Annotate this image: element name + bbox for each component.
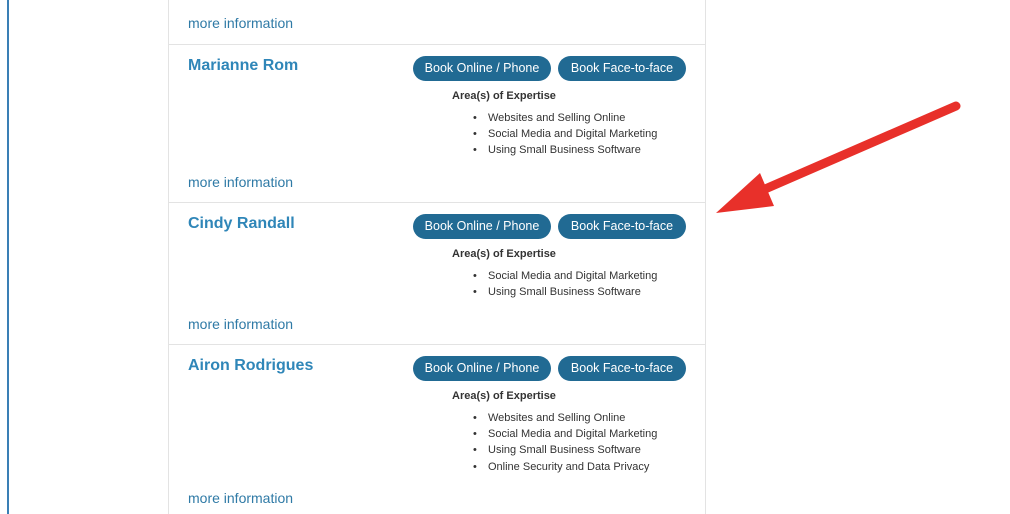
more-information-link[interactable]: more information	[188, 174, 293, 190]
more-information-link[interactable]: more information	[188, 490, 293, 506]
red-arrow-icon	[716, 101, 961, 213]
expertise-list: Websites and Selling Online Social Media…	[470, 410, 657, 475]
expertise-item: Using Small Business Software	[470, 442, 657, 458]
advisor-list: more information Marianne Rom Book Onlin…	[168, 0, 706, 514]
expertise-heading: Area(s) of Expertise	[452, 248, 556, 260]
advisor-name[interactable]: Marianne Rom	[188, 56, 298, 76]
expertise-list: Websites and Selling Online Social Media…	[470, 110, 657, 159]
expertise-heading: Area(s) of Expertise	[452, 90, 556, 102]
expertise-item: Websites and Selling Online	[470, 110, 657, 126]
expertise-item: Social Media and Digital Marketing	[470, 426, 657, 442]
divider	[169, 44, 706, 45]
book-online-phone-button[interactable]: Book Online / Phone	[413, 356, 551, 381]
advisor-name[interactable]: Airon Rodrigues	[188, 356, 313, 376]
divider	[169, 344, 706, 345]
expertise-item: Social Media and Digital Marketing	[470, 126, 657, 142]
book-face-to-face-button[interactable]: Book Face-to-face	[558, 214, 686, 239]
book-face-to-face-button[interactable]: Book Face-to-face	[558, 356, 686, 381]
book-face-to-face-button[interactable]: Book Face-to-face	[558, 56, 686, 81]
page-left-border	[7, 0, 9, 514]
book-online-phone-button[interactable]: Book Online / Phone	[413, 214, 551, 239]
more-information-link[interactable]: more information	[188, 316, 293, 332]
book-online-phone-button[interactable]: Book Online / Phone	[413, 56, 551, 81]
expertise-list: Social Media and Digital Marketing Using…	[470, 268, 657, 301]
expertise-item: Online Security and Data Privacy	[470, 459, 657, 475]
expertise-item: Using Small Business Software	[470, 284, 657, 300]
expertise-item: Social Media and Digital Marketing	[470, 268, 657, 284]
expertise-item: Websites and Selling Online	[470, 410, 657, 426]
expertise-item: Using Small Business Software	[470, 142, 657, 158]
divider	[169, 202, 706, 203]
advisor-name[interactable]: Cindy Randall	[188, 214, 295, 234]
more-information-link[interactable]: more information	[188, 15, 293, 31]
expertise-heading: Area(s) of Expertise	[452, 390, 556, 402]
